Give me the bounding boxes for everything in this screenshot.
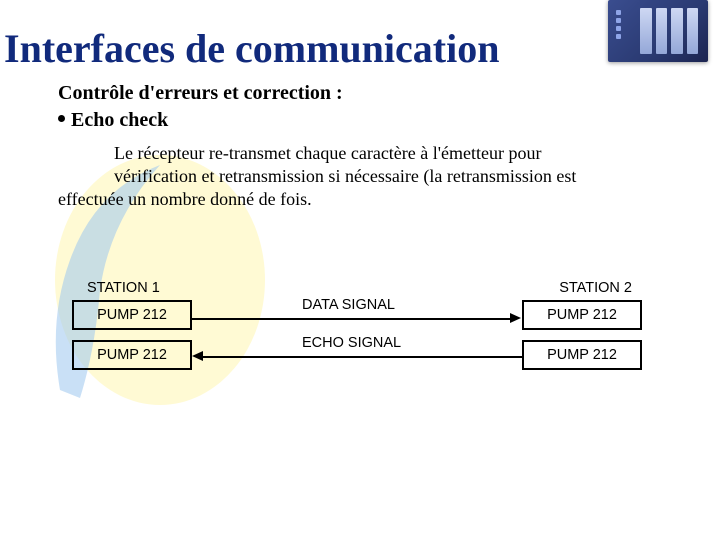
echo-arrow-head: [192, 351, 203, 361]
station2-send-box: PUMP 212: [522, 340, 642, 370]
data-arrow-head: [510, 313, 521, 323]
topic-label: Echo check: [71, 109, 168, 131]
section-subtitle: Contrôle d'erreurs et correction :: [58, 82, 700, 105]
station2-label: STATION 2: [559, 280, 632, 296]
station1-recv-box: PUMP 212: [72, 340, 192, 370]
body-paragraph: Le récepteur re-transmet chaque caractèr…: [58, 142, 678, 211]
data-arrow-line: [192, 318, 512, 320]
bullet-icon: [58, 115, 65, 122]
echo-arrow-line: [203, 356, 522, 358]
station2-recv-box: PUMP 212: [522, 300, 642, 330]
data-signal-label: DATA SIGNAL: [302, 297, 395, 313]
echo-check-diagram: STATION 1 STATION 2 PUMP 212 PUMP 212 PU…: [72, 280, 642, 430]
station1-label: STATION 1: [87, 280, 160, 296]
plc-device-image: [608, 0, 708, 62]
station1-send-box: PUMP 212: [72, 300, 192, 330]
echo-signal-label: ECHO SIGNAL: [302, 335, 401, 351]
topic-heading: Echo check: [58, 109, 700, 132]
